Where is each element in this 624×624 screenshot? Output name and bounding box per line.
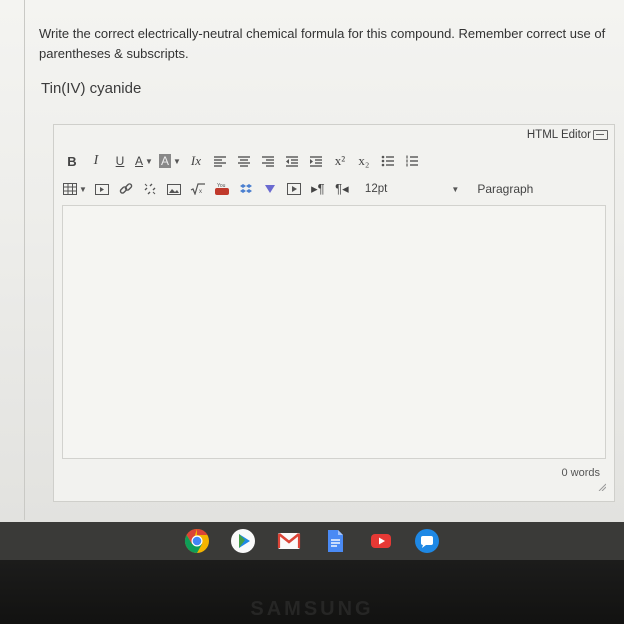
- font-size-dropdown[interactable]: ▼: [442, 179, 466, 199]
- background-color-label: A: [159, 154, 172, 168]
- bold-button[interactable]: B: [60, 151, 84, 171]
- caret-down-icon: ▼: [451, 184, 460, 194]
- unlink-icon: [144, 183, 156, 195]
- chevron-down-icon: [264, 185, 275, 193]
- toolbar-row-formatting: B I U A ▼ A ▼ Ix x² x₂: [60, 151, 424, 171]
- align-center-button[interactable]: [232, 151, 256, 171]
- gmail-app[interactable]: [276, 528, 302, 554]
- paragraph-rtl-icon: ¶◂: [335, 181, 349, 196]
- gmail-icon: [277, 532, 301, 549]
- media-icon: [94, 183, 109, 195]
- compound-name: Tin(IV) cyanide: [41, 80, 142, 97]
- caret-down-icon: ▼: [173, 156, 181, 166]
- align-right-button[interactable]: [256, 151, 280, 171]
- italic-button[interactable]: I: [84, 151, 108, 171]
- indent-button[interactable]: [304, 151, 328, 171]
- brand-logo: SAMSUNG: [250, 598, 374, 620]
- text-color-button[interactable]: A ▼: [132, 151, 156, 171]
- equation-button[interactable]: x: [186, 179, 210, 199]
- dropbox-icon: [239, 184, 252, 193]
- play-button-icon: [286, 183, 301, 195]
- resize-handle-icon[interactable]: [598, 483, 606, 491]
- square-root-icon: x: [190, 183, 205, 195]
- play-store-app[interactable]: [230, 528, 256, 554]
- keyboard-icon: [593, 130, 608, 140]
- superscript-button[interactable]: x²: [328, 151, 352, 171]
- outdent-button[interactable]: [280, 151, 304, 171]
- ltr-button[interactable]: ▸¶: [306, 179, 330, 199]
- media-button[interactable]: [90, 179, 114, 199]
- youtube-icon: [371, 534, 391, 548]
- subscript-button[interactable]: x₂: [352, 151, 376, 171]
- align-right-icon: [261, 156, 274, 167]
- text-color-label: A: [135, 154, 144, 168]
- question-prompt: Write the correct electrically-neutral c…: [39, 26, 606, 61]
- numbered-list-button[interactable]: [400, 151, 424, 171]
- app-integration-button[interactable]: [234, 179, 258, 199]
- chrome-icon: [184, 529, 209, 553]
- numbered-list-icon: [406, 155, 418, 167]
- link-icon: [119, 183, 133, 194]
- caret-down-icon: ▼: [79, 184, 87, 194]
- screen: Write the correct electrically-neutral c…: [0, 0, 624, 522]
- word-count: 0 words: [561, 467, 600, 479]
- play-store-icon: [231, 529, 255, 553]
- block-format-select[interactable]: Paragraph: [474, 179, 536, 199]
- youtube-icon: You: [214, 183, 229, 195]
- embed-media-button[interactable]: [282, 179, 306, 199]
- html-editor-link[interactable]: HTML Editor: [527, 129, 608, 141]
- paragraph-ltr-icon: ▸¶: [311, 181, 325, 196]
- bullet-list-button[interactable]: [376, 151, 400, 171]
- caret-down-icon: ▼: [145, 156, 153, 166]
- messages-app[interactable]: [414, 528, 440, 554]
- remove-link-button[interactable]: [138, 179, 162, 199]
- rtl-button[interactable]: ¶◂: [330, 179, 354, 199]
- outdent-icon: [285, 156, 298, 167]
- indent-icon: [309, 156, 322, 167]
- bullet-list-icon: [381, 155, 394, 167]
- youtube-app[interactable]: [368, 528, 394, 554]
- underline-button[interactable]: U: [108, 151, 132, 171]
- editor-content-area[interactable]: [62, 205, 606, 459]
- insert-image-button[interactable]: [162, 179, 186, 199]
- vimeo-button[interactable]: [258, 179, 282, 199]
- docs-app[interactable]: [322, 528, 348, 554]
- html-editor-label: HTML Editor: [526, 129, 591, 141]
- laptop-bezel: SAMSUNG: [0, 560, 624, 624]
- rich-text-editor: HTML Editor B I U A ▼ A ▼ Ix x² x₂ ▼ x Y…: [53, 124, 615, 502]
- docs-icon: [328, 530, 343, 552]
- font-size-select[interactable]: 12pt: [362, 179, 390, 199]
- table-icon: [63, 183, 77, 195]
- youtube-button[interactable]: You: [210, 179, 234, 199]
- messages-icon: [415, 529, 439, 553]
- align-left-icon: [213, 156, 226, 167]
- align-left-button[interactable]: [208, 151, 232, 171]
- svg-text:x: x: [199, 189, 202, 195]
- align-center-icon: [237, 156, 250, 167]
- question-card: Write the correct electrically-neutral c…: [24, 0, 624, 520]
- insert-link-button[interactable]: [114, 179, 138, 199]
- image-icon: [166, 183, 181, 195]
- background-color-button[interactable]: A ▼: [156, 151, 184, 171]
- chromeos-shelf: [0, 522, 624, 560]
- table-button[interactable]: ▼: [60, 179, 90, 199]
- toolbar-row-insert: ▼ x You ▸¶ ¶◂ 12pt ▼ Paragraph: [60, 179, 608, 199]
- chrome-app[interactable]: [184, 528, 210, 554]
- clear-formatting-button[interactable]: Ix: [184, 151, 208, 171]
